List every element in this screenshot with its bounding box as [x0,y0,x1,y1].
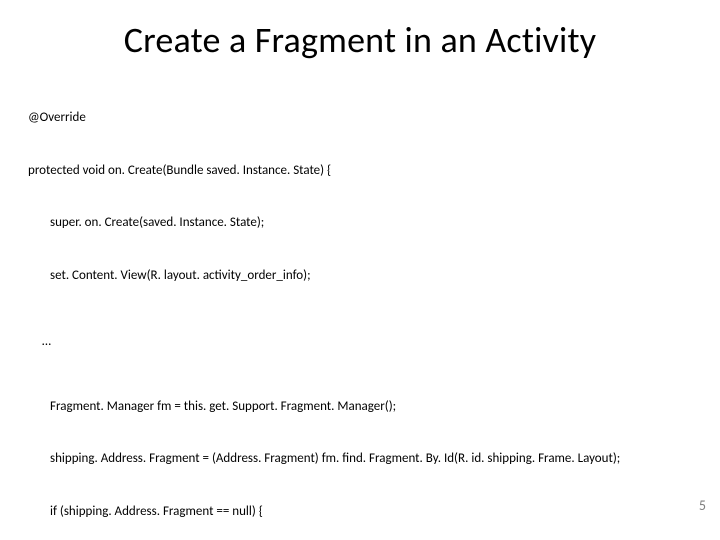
code-line: protected void on. Create(Bundle saved. … [28,162,692,180]
code-line: @Override [28,109,692,127]
code-line: Fragment. Manager fm = this. get. Suppor… [28,398,692,416]
slide: Create a Fragment in an Activity @Overri… [0,0,720,540]
slide-title: Create a Fragment in an Activity [28,18,692,62]
code-line: shipping. Address. Fragment = (Address. … [28,450,692,468]
code-block-1: @Override protected void on. Create(Bund… [28,74,692,320]
code-line: set. Content. View(R. layout. activity_o… [28,267,692,285]
code-line: super. on. Create(saved. Instance. State… [28,214,692,232]
page-number: 5 [699,497,706,514]
code-ellipsis: … [42,334,692,349]
code-line: if (shipping. Address. Fragment == null)… [28,503,692,521]
code-block-2: Fragment. Manager fm = this. get. Suppor… [28,363,692,540]
